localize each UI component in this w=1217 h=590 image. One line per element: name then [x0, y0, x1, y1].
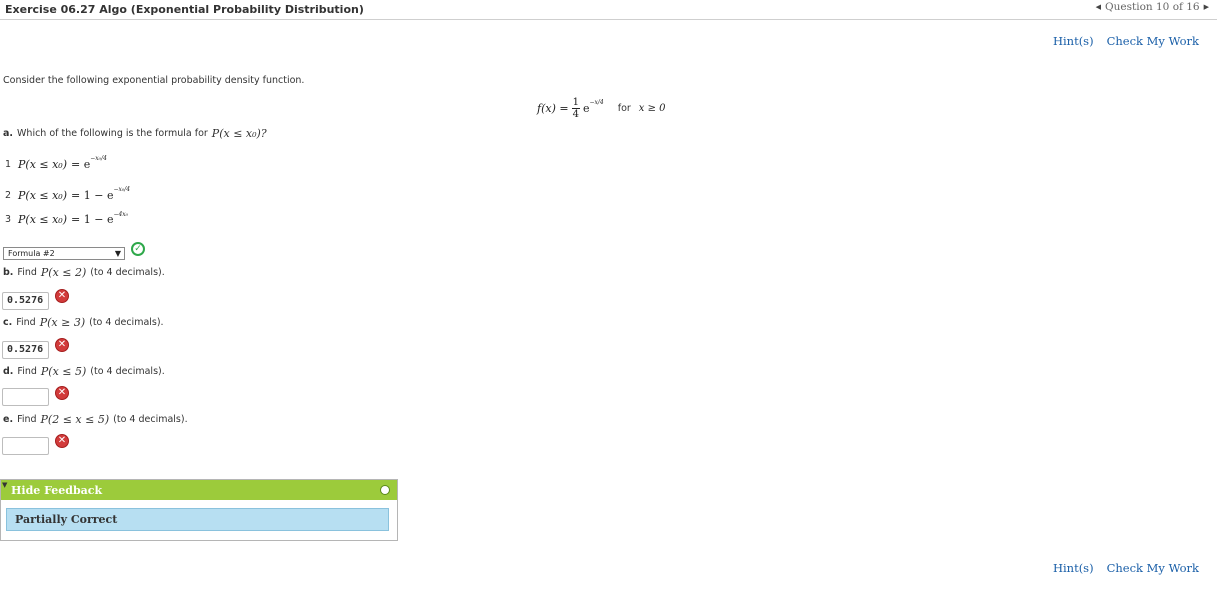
pdf-fraction: 1 4 [571, 96, 580, 120]
part-a-prob: P(x ≤ x₀)? [211, 127, 267, 140]
prev-question-icon[interactable]: ◀ [1096, 3, 1101, 11]
x-circle-icon: ✕ [55, 386, 69, 400]
part-b-suffix: (to 4 decimals). [90, 267, 165, 278]
part-c-label: c. [3, 317, 13, 328]
part-d-label: d. [3, 366, 14, 377]
part-a-text: Which of the following is the formula fo… [17, 128, 208, 139]
part-c-find: Find [16, 317, 36, 328]
part-d-answer-input[interactable] [2, 388, 49, 406]
option-rhs: = 1 − e [71, 213, 114, 226]
part-d-prob: P(x ≤ 5) [40, 365, 87, 378]
part-e-suffix: (to 4 decimals). [113, 414, 188, 425]
option-number: 2 [5, 190, 12, 201]
part-c-prob: P(x ≥ 3) [39, 316, 86, 329]
part-e-question: e. Find P(2 ≤ x ≤ 5) (to 4 decimals). [3, 413, 188, 426]
pdf-condition: x ≥ 0 [638, 102, 666, 114]
part-e-prob: P(2 ≤ x ≤ 5) [40, 413, 110, 426]
header-divider [0, 19, 1217, 20]
exercise-title: Exercise 06.27 Algo (Exponential Probabi… [5, 3, 364, 16]
part-c-question: c. Find P(x ≥ 3) (to 4 decimals). [3, 316, 164, 329]
check-my-work-link-bottom[interactable]: Check My Work [1107, 561, 1199, 575]
x-circle-icon: ✕ [55, 338, 69, 352]
option-lhs: P(x ≤ x₀) [18, 158, 68, 171]
hints-link-bottom[interactable]: Hint(s) [1053, 561, 1094, 575]
part-d-suffix: (to 4 decimals). [90, 366, 165, 377]
pdf-numerator: 1 [572, 96, 579, 108]
question-counter: Question 10 of 16 [1105, 1, 1200, 13]
part-b-label: b. [3, 267, 14, 278]
option-3: 3 P(x ≤ x₀) = 1 − e −4x₀ [5, 211, 129, 226]
feedback-result: Partially Correct [6, 508, 389, 531]
part-b-prob: P(x ≤ 2) [40, 266, 87, 279]
pdf-exponent: −x/4 [589, 98, 604, 106]
pdf-lhs: f(x) = [537, 101, 569, 115]
x-circle-icon: ✕ [55, 289, 69, 303]
option-rhs: = e [71, 158, 91, 171]
option-exponent: −x₀/4 [113, 186, 131, 193]
option-2: 2 P(x ≤ x₀) = 1 − e −x₀/4 [5, 186, 131, 202]
collapse-arrow-icon: ▼ [2, 480, 8, 489]
part-e-label: e. [3, 414, 14, 425]
feedback-panel: ▼ Hide Feedback Partially Correct [0, 479, 398, 541]
next-question-icon[interactable]: ▶ [1204, 3, 1209, 11]
option-number: 1 [5, 159, 12, 170]
part-d-find: Find [17, 366, 37, 377]
option-number: 3 [5, 214, 12, 225]
hints-link[interactable]: Hint(s) [1053, 34, 1094, 48]
bottom-links: Hint(s) Check My Work [1053, 561, 1199, 575]
part-b-answer-input[interactable]: 0.5276 [2, 292, 49, 310]
hide-feedback-label: Hide Feedback [11, 484, 103, 497]
check-circle-icon: ✓ [131, 242, 145, 256]
check-my-work-link[interactable]: Check My Work [1107, 34, 1199, 48]
x-circle-icon: ✕ [55, 434, 69, 448]
part-e-find: Find [17, 414, 37, 425]
pin-icon [380, 485, 390, 495]
chevron-down-icon: ▼ [114, 249, 121, 258]
part-e-answer-input[interactable] [2, 437, 49, 455]
option-rhs: = 1 − e [71, 189, 114, 202]
formula-select[interactable]: Formula #2 ▼ [3, 247, 125, 260]
pdf-formula: f(x) = 1 4 e −x/4 for x ≥ 0 [537, 93, 666, 123]
option-exponent: −4x₀ [113, 211, 129, 218]
pdf-denominator: 4 [571, 107, 580, 120]
part-b-question: b. Find P(x ≤ 2) (to 4 decimals). [3, 266, 165, 279]
intro-text: Consider the following exponential proba… [3, 75, 305, 86]
option-1: 1 P(x ≤ x₀) = e −x₀/4 [5, 155, 107, 171]
part-a-question: a. Which of the following is the formula… [3, 127, 267, 140]
feedback-header[interactable]: ▼ Hide Feedback [1, 480, 397, 500]
part-c-suffix: (to 4 decimals). [89, 317, 164, 328]
formula-select-value: Formula #2 [8, 249, 55, 258]
part-c-answer-input[interactable]: 0.5276 [2, 341, 49, 359]
part-b-find: Find [17, 267, 37, 278]
part-a-label: a. [3, 128, 14, 139]
option-lhs: P(x ≤ x₀) [18, 189, 68, 202]
question-navigator: ◀ Question 10 of 16 ▶ [1096, 1, 1209, 13]
option-exponent: −x₀/4 [90, 155, 107, 162]
part-d-question: d. Find P(x ≤ 5) (to 4 decimals). [3, 365, 165, 378]
option-lhs: P(x ≤ x₀) [18, 213, 68, 226]
top-links: Hint(s) Check My Work [1053, 34, 1199, 48]
pdf-for-label: for [617, 102, 631, 114]
